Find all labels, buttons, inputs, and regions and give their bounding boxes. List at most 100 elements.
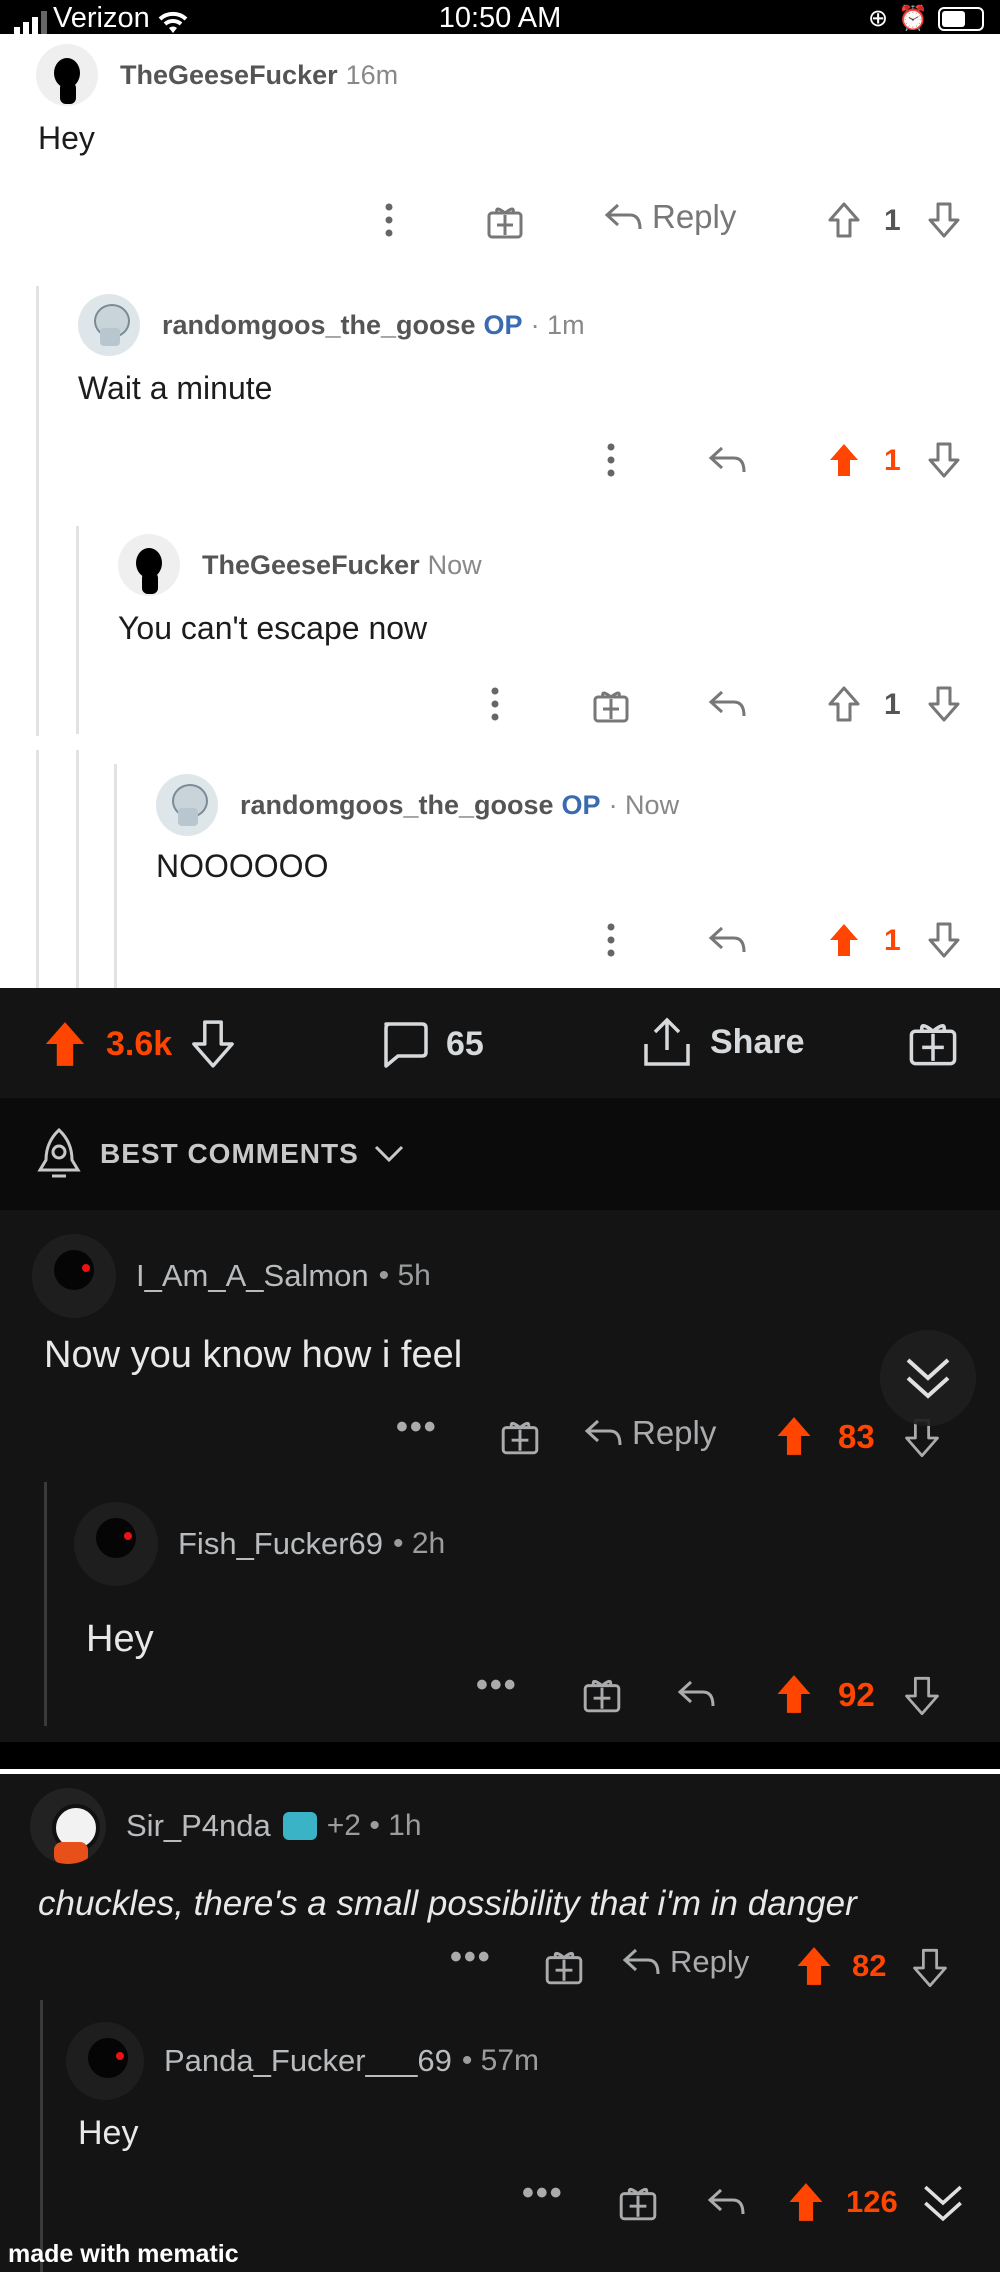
reply-icon[interactable]	[706, 922, 748, 958]
status-bar: Verizon 10:50 AM ⊕ ⏰	[0, 0, 1000, 35]
timestamp: Now	[427, 549, 482, 580]
battery-icon	[938, 6, 984, 31]
more-options-icon[interactable]	[480, 674, 510, 734]
reply-label: Reply	[652, 198, 737, 235]
timestamp: • 2h	[393, 1527, 446, 1560]
timestamp: • 57m	[461, 2044, 540, 2077]
more-options-icon[interactable]	[374, 190, 404, 250]
award-icon[interactable]	[614, 2178, 662, 2226]
vote-score: 82	[852, 1948, 887, 1983]
more-options-icon[interactable]: •••	[476, 1666, 518, 1705]
comment-body: Now you know how i feel	[44, 1334, 463, 1376]
op-badge: OP	[483, 309, 523, 340]
comment-body: Hey	[78, 2114, 139, 2152]
username[interactable]: I_Am_A_Salmon	[136, 1258, 369, 1294]
downvote-icon[interactable]	[924, 918, 964, 962]
reply-button[interactable]: Reply	[622, 1944, 749, 1980]
comment-actions: 1	[0, 430, 1000, 490]
comment-actions: ••• 92	[0, 1658, 1000, 1738]
clock: 10:50 AM	[438, 2, 562, 34]
avatar[interactable]	[118, 534, 180, 596]
comment: Fish_Fucker69 • 2h Hey ••• 92	[0, 1482, 1000, 1742]
sort-selector[interactable]: BEST COMMENTS	[0, 1098, 1000, 1210]
comments-button[interactable]: 65	[378, 1018, 484, 1070]
username[interactable]: randomgoos_the_goose	[162, 310, 476, 341]
op-badge: OP	[561, 789, 601, 820]
avatar[interactable]	[36, 44, 98, 106]
watermark: made with mematic	[8, 2240, 239, 2268]
upvote-icon-active[interactable]	[784, 2178, 828, 2226]
collapse-thread-button[interactable]	[916, 2176, 970, 2230]
comment: TheGeeseFucker Now You can't escape now …	[0, 524, 1000, 764]
post-award-button[interactable]	[906, 1014, 960, 1070]
collapse-thread-button[interactable]	[880, 1330, 976, 1426]
upvote-icon-active[interactable]	[772, 1412, 816, 1460]
downvote-icon[interactable]	[924, 438, 964, 482]
reply-icon[interactable]	[706, 686, 748, 722]
downvote-icon[interactable]	[908, 1944, 952, 1992]
award-icon[interactable]	[590, 684, 632, 726]
comment-actions: 1	[0, 910, 1000, 970]
username[interactable]: Sir_P4nda	[126, 1808, 271, 1844]
chevron-down-icon	[374, 1145, 403, 1163]
comment-body: Hey	[86, 1618, 154, 1660]
comment-actions: 1	[0, 674, 1000, 734]
comment-count: 65	[446, 1024, 484, 1063]
comment-body: chuckles, there's a small possibility th…	[38, 1884, 857, 1923]
avatar[interactable]	[66, 2022, 144, 2100]
downvote-icon[interactable]	[188, 1018, 238, 1070]
avatar[interactable]	[30, 1788, 106, 1864]
downvote-icon[interactable]	[900, 1672, 944, 1720]
post-score: 3.6k	[106, 1024, 173, 1063]
upvote-icon-active[interactable]	[40, 1018, 90, 1070]
comment-icon	[384, 1022, 428, 1068]
vote-score: 1	[884, 444, 901, 477]
more-options-icon[interactable]	[596, 430, 626, 490]
downvote-icon[interactable]	[924, 682, 964, 726]
more-options-icon[interactable]: •••	[450, 1938, 492, 1977]
downvote-icon[interactable]	[924, 198, 964, 242]
award-icon[interactable]	[484, 200, 526, 242]
upvote-icon-active[interactable]	[772, 1670, 816, 1718]
upvote-icon[interactable]	[824, 682, 864, 726]
comment-body: NOOOOOO	[156, 848, 329, 884]
post-vote: 3.6k	[40, 1018, 238, 1070]
comment: Panda_Fucker___69 • 57m Hey ••• 126	[0, 2000, 1000, 2272]
timestamp: • 5h	[378, 1259, 431, 1292]
upvote-icon-active[interactable]	[792, 1942, 836, 1990]
alarm-icon: ⏰	[898, 5, 928, 32]
reply-icon[interactable]	[704, 2182, 748, 2222]
avatar[interactable]	[32, 1234, 116, 1318]
double-chevron-down-icon	[906, 1358, 950, 1399]
username[interactable]: randomgoos_the_goose	[240, 790, 554, 821]
username[interactable]: Fish_Fucker69	[178, 1526, 383, 1562]
more-options-icon[interactable]: •••	[396, 1408, 438, 1447]
username[interactable]: TheGeeseFucker	[120, 60, 338, 91]
comment-actions: Reply 1	[0, 190, 1000, 250]
status-icons: ⊕ ⏰	[868, 4, 984, 33]
avatar[interactable]	[156, 774, 218, 836]
share-icon	[644, 1017, 690, 1066]
avatar[interactable]	[74, 1502, 158, 1586]
reply-button[interactable]: Reply	[604, 198, 736, 236]
username[interactable]: Panda_Fucker___69	[164, 2043, 452, 2079]
more-options-icon[interactable]: •••	[522, 2174, 564, 2213]
reply-icon[interactable]	[674, 1674, 718, 1714]
more-options-icon[interactable]	[596, 910, 626, 970]
share-button[interactable]: Share	[640, 1014, 805, 1070]
sort-label: BEST COMMENTS	[100, 1138, 359, 1169]
reply-label: Reply	[632, 1414, 717, 1451]
upvote-icon[interactable]	[824, 198, 864, 242]
reply-icon[interactable]	[706, 442, 748, 478]
award-icon[interactable]	[540, 1942, 588, 1990]
award-icon[interactable]	[496, 1412, 544, 1460]
username[interactable]: TheGeeseFucker	[202, 550, 420, 581]
comment: Sir_P4nda +2 • 1h chuckles, there's a sm…	[0, 1774, 1000, 1998]
comment: TheGeeseFucker 16m Hey Reply 1	[0, 34, 1000, 294]
upvote-icon-active[interactable]	[824, 438, 864, 482]
image-divider	[0, 1742, 1000, 1769]
reply-button[interactable]: Reply	[584, 1414, 716, 1452]
award-icon[interactable]	[578, 1670, 626, 1718]
avatar[interactable]	[78, 294, 140, 356]
upvote-icon-active[interactable]	[824, 918, 864, 962]
